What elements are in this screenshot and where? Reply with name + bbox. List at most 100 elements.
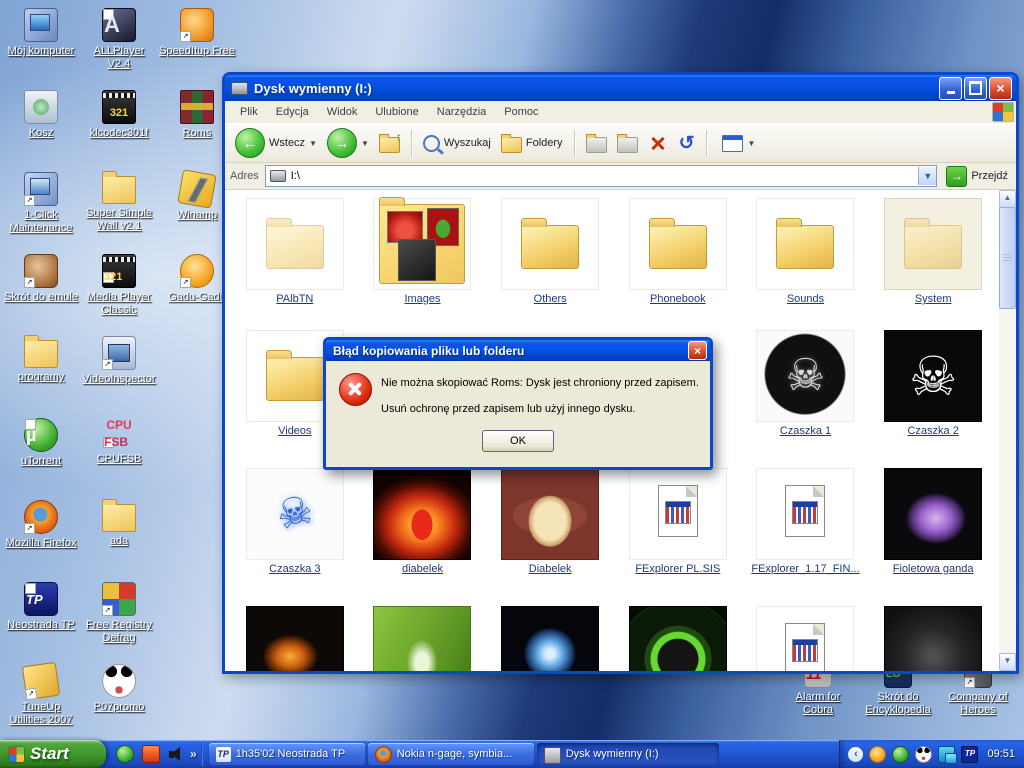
desktop-icon-neostrada-tp[interactable]: Neostrada TP <box>2 578 80 660</box>
q-utorrent[interactable] <box>116 745 134 763</box>
menu-item-widok[interactable]: Widok <box>318 106 367 118</box>
file-label: Czaszka 2 <box>907 425 958 437</box>
file-tile-fioletowa-ganda[interactable]: Fioletowa ganda <box>869 468 997 606</box>
menu-item-ulubione[interactable]: Ulubione <box>366 106 427 118</box>
move-to-button[interactable] <box>582 127 611 159</box>
desktop-icon-tuneup-utilities-2007[interactable]: TuneUp Utilities 2007 <box>2 660 80 742</box>
back-button[interactable]: ← Wstecz ▼ <box>231 127 321 159</box>
dialog-close-button[interactable]: × <box>688 341 707 360</box>
start-button[interactable]: Start <box>0 740 106 768</box>
desktop-icon-label: ALLPlayer V2.4 <box>81 45 157 71</box>
windows-logo-icon <box>9 747 24 762</box>
up-button[interactable] <box>375 127 404 159</box>
tray-collapse-chevron-icon[interactable]: ‹ <box>848 747 863 762</box>
i-videoinspector <box>102 336 136 370</box>
tr-panda[interactable] <box>915 746 932 763</box>
file-tile-fexplorer-pl-sis[interactable]: FExplorer PL.SIS <box>614 468 742 606</box>
taskbar-button-dysk-wymienny-i[interactable]: Dysk wymienny (I:) <box>537 743 719 765</box>
maximize-button[interactable] <box>964 77 987 100</box>
q-volume[interactable] <box>168 746 184 762</box>
back-dropdown-icon[interactable]: ▼ <box>309 139 317 148</box>
desktop-icon-super-simple-wall-v2-1[interactable]: Super Simple Wall v2.1 <box>80 168 158 250</box>
search-button[interactable]: Wyszukaj <box>419 127 495 159</box>
desktop-icon-allplayer-v2-4[interactable]: ALLPlayer V2.4 <box>80 4 158 86</box>
minimize-button[interactable] <box>939 77 962 100</box>
file-tile-diabelek[interactable]: Diabelek <box>486 468 614 606</box>
file-tile-t-dragon[interactable] <box>231 606 359 671</box>
address-dropdown-button[interactable]: ▼ <box>918 167 936 185</box>
desktop-icon-mozilla-firefox[interactable]: Mozilla Firefox <box>2 496 80 578</box>
q-flashget[interactable] <box>142 745 160 763</box>
address-input[interactable]: I:\ ▼ <box>265 165 938 187</box>
t-electric-image <box>501 606 599 671</box>
desktop-icon-m-j-komputer[interactable]: Mój komputer <box>2 4 80 86</box>
file-tile-t-grayweb[interactable] <box>869 606 997 671</box>
go-button[interactable]: → Przejdź <box>943 166 1011 187</box>
file-tile-czaszka-1[interactable]: Czaszka 1 <box>742 330 870 468</box>
desktop-icon-free-registry-defrag[interactable]: Free Registry Defrag <box>80 578 158 660</box>
file-tile-fexplorer-1-17-fin[interactable]: FExplorer_1.17_FIN... <box>742 468 870 606</box>
i-gg <box>180 254 214 288</box>
file-tile-t-greenleaf[interactable] <box>359 606 487 671</box>
desktop-icon-p07promo[interactable]: P07promo <box>80 660 158 742</box>
desktop-icon-cpufsb[interactable]: CPUFSB <box>80 414 158 496</box>
views-button[interactable]: ▼ <box>714 127 759 159</box>
dialog-titlebar[interactable]: Błąd kopiowania pliku lub folderu × <box>326 340 710 361</box>
file-tile-images[interactable]: Images <box>359 198 487 330</box>
folder-up-icon <box>379 137 400 153</box>
desktop[interactable]: Mój komputerKosz1-Click MaintenanceSkrót… <box>0 0 1024 768</box>
desktop-icon-label: Neostrada TP <box>7 619 75 632</box>
file-tile-czaszka-3[interactable]: Czaszka 3 <box>231 468 359 606</box>
tr-ut[interactable] <box>892 746 909 763</box>
toolbar: ← Wstecz ▼ → ▼ Wyszukaj Foldery <box>225 124 1016 163</box>
file-tile-palbtn[interactable]: PAlbTN <box>231 198 359 330</box>
desktop-icon-1-click-maintenance[interactable]: 1-Click Maintenance <box>2 168 80 250</box>
file-tile-sis[interactable] <box>742 606 870 671</box>
scrollbar-thumb[interactable] <box>999 207 1016 309</box>
file-tile-others[interactable]: Others <box>486 198 614 330</box>
file-tile-sounds[interactable]: Sounds <box>742 198 870 330</box>
scroll-up-button[interactable]: ▲ <box>999 190 1016 208</box>
close-button[interactable]: × <box>989 77 1012 100</box>
taskbar-button-nokia-n-gage-symbia[interactable]: Nokia n-gage, symbia... <box>368 743 534 765</box>
file-thumbnail <box>756 468 854 560</box>
desktop-icon-media-player-classic[interactable]: Media Player Classic <box>80 250 158 332</box>
sis-file-icon <box>658 485 698 537</box>
forward-dropdown-icon[interactable]: ▼ <box>361 139 369 148</box>
file-label: Others <box>534 293 567 305</box>
desktop-icon-label: SpeedItup Free <box>159 45 235 58</box>
desktop-icon-programy[interactable]: programy <box>2 332 80 414</box>
forward-button[interactable]: → ▼ <box>323 127 373 159</box>
tr-tp[interactable] <box>961 746 978 763</box>
tr-gg[interactable] <box>869 746 886 763</box>
desktop-icon-ada[interactable]: ada <box>80 496 158 578</box>
undo-button[interactable] <box>679 134 695 153</box>
file-tile-t-electric[interactable] <box>486 606 614 671</box>
desktop-icon-videoinspector[interactable]: VideoInspector <box>80 332 158 414</box>
file-tile-diabelek[interactable]: diabelek <box>359 468 487 606</box>
delete-button[interactable] <box>649 134 667 152</box>
menu-item-pomoc[interactable]: Pomoc <box>495 106 547 118</box>
taskbar-button-1h35-02-neostrada-tp[interactable]: 1h35'02 Neostrada TP <box>209 743 365 765</box>
window-titlebar[interactable]: Dysk wymienny (I:) × <box>225 75 1016 101</box>
desktop-icon-skr-t-do-emule[interactable]: Skrót do emule <box>2 250 80 332</box>
menu-item-edycja[interactable]: Edycja <box>267 106 318 118</box>
views-dropdown-icon[interactable]: ▼ <box>747 139 755 148</box>
ok-button[interactable]: OK <box>482 430 554 452</box>
file-tile-czaszka-2[interactable]: Czaszka 2 <box>869 330 997 468</box>
menu-item-plik[interactable]: Plik <box>231 106 267 118</box>
tr-net[interactable] <box>938 746 955 763</box>
file-tile-system[interactable]: System <box>869 198 997 330</box>
file-tile-t-mkgreen[interactable] <box>614 606 742 671</box>
desktop-icon-utorrent[interactable]: uTorrent <box>2 414 80 496</box>
vertical-scrollbar[interactable]: ▲ ▼ <box>999 190 1016 671</box>
scroll-down-button[interactable]: ▼ <box>999 653 1016 671</box>
quick-launch-overflow-icon[interactable]: » <box>190 747 197 761</box>
menu-item-narzedzia[interactable]: Narzędzia <box>428 106 496 118</box>
copy-to-button[interactable] <box>613 127 642 159</box>
desktop-icon-klcodec301f[interactable]: klcodec301f <box>80 86 158 168</box>
file-thumbnail <box>373 198 471 290</box>
desktop-icon-kosz[interactable]: Kosz <box>2 86 80 168</box>
folders-button[interactable]: Foldery <box>497 127 567 159</box>
file-tile-phonebook[interactable]: Phonebook <box>614 198 742 330</box>
